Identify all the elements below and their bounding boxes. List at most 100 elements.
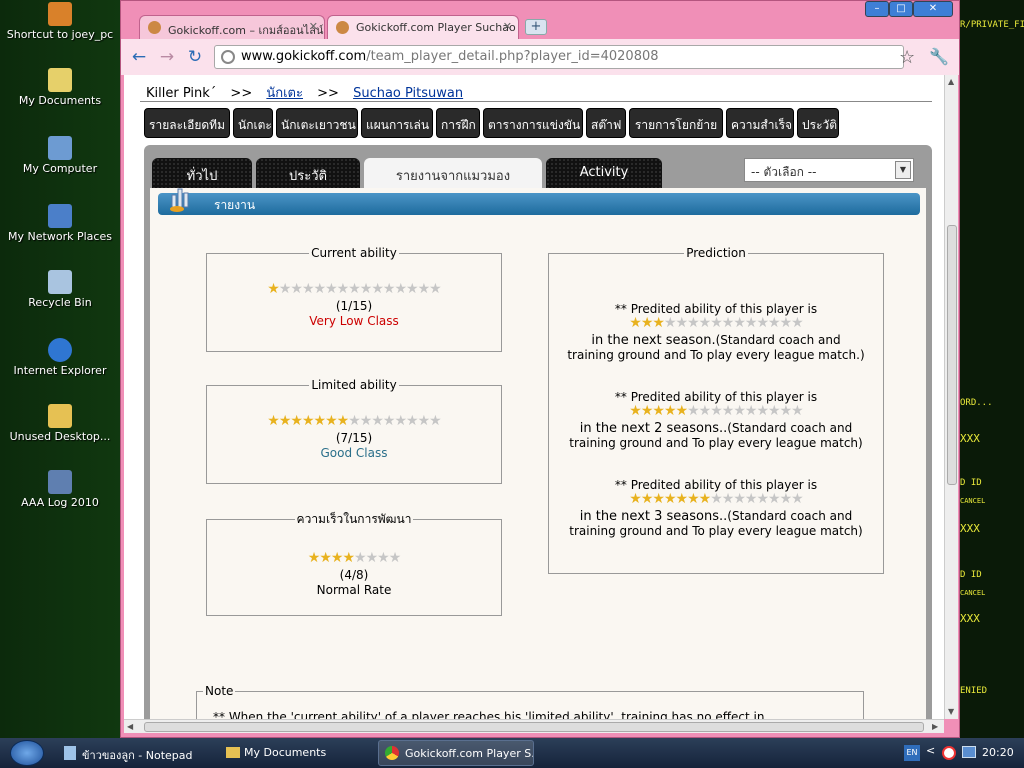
browser-toolbar: ← → ↻ www.gokickoff.com/team_player_deta… (121, 39, 959, 75)
desktop-icon-unused-desktop[interactable]: Unused Desktop... (0, 404, 120, 443)
empty-star-icon: ★ (791, 315, 804, 331)
tray-app-icon[interactable] (942, 746, 956, 760)
desktop-icon-shortcut-joey-pc[interactable]: Shortcut to joey_pc (0, 2, 120, 41)
menu-fixtures[interactable]: ตารางการแข่งขัน (483, 108, 583, 138)
globe-icon (221, 50, 235, 64)
report-content: รายงาน Current ability ★★★★★★★★★★★★★★★ (… (150, 188, 926, 719)
menu-achievements[interactable]: ความสำเร็จ (726, 108, 794, 138)
close-window-button[interactable]: ✕ (913, 1, 953, 17)
empty-star-icon: ★ (377, 550, 390, 566)
breadcrumb-players-link[interactable]: นักเตะ (266, 86, 303, 101)
deco-text: XXX (960, 612, 980, 625)
note-box: Note ** When the 'current ability' of a … (196, 684, 864, 719)
tab-general[interactable]: ทั่วไป (152, 158, 252, 188)
empty-star-icon: ★ (687, 315, 700, 331)
empty-star-icon: ★ (710, 403, 723, 419)
horizontal-scrollbar[interactable]: ◀ ▶ (124, 719, 944, 733)
forward-arrow-icon[interactable]: → (157, 47, 177, 67)
filled-star-icon: ★ (319, 550, 332, 566)
clock[interactable]: 20:20 (982, 746, 1014, 759)
scroll-left-icon[interactable]: ◀ (127, 722, 133, 731)
scrollbar-thumb[interactable] (144, 722, 924, 732)
menu-transfers[interactable]: รายการโยกย้าย (629, 108, 723, 138)
maximize-button[interactable]: □ (889, 1, 913, 17)
empty-star-icon: ★ (301, 281, 315, 297)
browser-tab-gokickoff-home[interactable]: Gokickoff.com – เกมส์ออนไลน์ ✕ (139, 15, 325, 39)
tab-strip: Gokickoff.com – เกมส์ออนไลน์ ✕ Gokickoff… (121, 1, 959, 39)
report-chart-icon (170, 188, 189, 212)
breadcrumb-player-link[interactable]: Suchao Pitsuwan (353, 86, 463, 101)
empty-star-icon: ★ (429, 281, 442, 297)
empty-star-icon: ★ (733, 403, 746, 419)
empty-star-icon: ★ (290, 281, 303, 297)
desktop-icon-label: Unused Desktop... (9, 430, 111, 443)
wallpaper-deco: R/PRIVATE_FILES ORD... XXX D ID CANCEL X… (958, 0, 1024, 738)
desktop-icon-aaa-log[interactable]: AAA Log 2010 (0, 470, 120, 509)
network-tray-icon[interactable] (962, 746, 976, 758)
desktop-icon-internet-explorer[interactable]: Internet Explorer (0, 338, 120, 377)
scroll-up-icon[interactable]: ▲ (948, 77, 954, 86)
vertical-scrollbar[interactable]: ▲ ▼ (944, 75, 958, 719)
empty-star-icon: ★ (359, 413, 373, 429)
options-select[interactable]: -- ตัวเลือก -- ▼ (744, 158, 914, 182)
empty-star-icon: ★ (359, 281, 373, 297)
desktop-icon-my-network-places[interactable]: My Network Places (0, 204, 120, 243)
start-button[interactable] (10, 740, 44, 766)
desktop-icon-label: My Computer (22, 162, 98, 175)
menu-youth-players[interactable]: นักเตะเยาวชน (276, 108, 358, 138)
tray-expand-icon[interactable]: < (926, 744, 935, 757)
empty-star-icon: ★ (382, 413, 396, 429)
filled-star-icon: ★ (687, 491, 700, 507)
empty-star-icon: ★ (744, 403, 758, 419)
menu-tactics[interactable]: แผนการเล่น (361, 108, 433, 138)
tab-history[interactable]: ประวัติ (256, 158, 360, 188)
close-tab-icon[interactable]: ✕ (309, 20, 318, 33)
filled-star-icon: ★ (663, 491, 677, 507)
prediction-note: training ground and To play every league… (567, 348, 865, 362)
scroll-right-icon[interactable]: ▶ (932, 722, 938, 731)
breadcrumb-separator: >> (230, 86, 253, 101)
address-bar[interactable]: www.gokickoff.com/team_player_detail.php… (214, 45, 904, 69)
menu-players[interactable]: นักเตะ (233, 108, 273, 138)
filled-star-icon: ★ (652, 491, 665, 507)
tab-activity[interactable]: Activity (546, 158, 662, 188)
scroll-down-icon[interactable]: ▼ (948, 707, 954, 716)
url-path: /team_player_detail.php?player_id=402080… (366, 49, 659, 64)
empty-star-icon: ★ (710, 315, 723, 331)
desktop-icon-my-documents[interactable]: My Documents (0, 68, 120, 107)
bookmark-star-icon[interactable]: ☆ (899, 47, 915, 68)
desktop-icon-my-computer[interactable]: My Computer (0, 136, 120, 175)
desktop-icon-label: Recycle Bin (28, 296, 92, 309)
desktop-icon-recycle-bin[interactable]: Recycle Bin (0, 270, 120, 309)
filled-star-icon: ★ (330, 550, 344, 566)
empty-star-icon: ★ (348, 281, 361, 297)
desktop-icon-label: Shortcut to joey_pc (6, 28, 114, 41)
menu-staff[interactable]: สต๊าฟ (586, 108, 626, 138)
deco-text: XXX (960, 432, 980, 445)
filled-star-icon: ★ (301, 413, 315, 429)
prediction-season: in the next season. (591, 333, 716, 348)
back-arrow-icon[interactable]: ← (129, 47, 149, 67)
minimize-button[interactable]: – (865, 1, 889, 17)
taskbar-item-notepad[interactable]: ข้าวของลูก - Notepad (58, 741, 214, 765)
browser-tab-player[interactable]: Gokickoff.com Player Suchao P ✕ (327, 15, 519, 39)
menu-training[interactable]: การฝึก (436, 108, 480, 138)
empty-star-icon: ★ (417, 413, 431, 429)
filled-star-icon: ★ (652, 403, 665, 419)
tab-scout-report[interactable]: รายงานจากแมวมอง (364, 158, 542, 188)
reload-icon[interactable]: ↻ (185, 47, 205, 67)
menu-team-details[interactable]: รายละเอียดทีม (144, 108, 230, 138)
filled-star-icon: ★ (652, 315, 665, 331)
scrollbar-thumb[interactable] (947, 225, 957, 485)
language-indicator[interactable]: EN (904, 745, 920, 761)
menu-history[interactable]: ประวัติ (797, 108, 839, 138)
wrench-icon[interactable]: 🔧 (929, 47, 949, 66)
favicon-icon (336, 21, 349, 34)
empty-star-icon: ★ (365, 550, 379, 566)
taskbar-item-my-documents[interactable]: My Documents (220, 741, 370, 765)
close-tab-icon[interactable]: ✕ (503, 20, 512, 33)
new-tab-button[interactable]: + (525, 19, 547, 35)
deco-text: R/PRIVATE_FILES (960, 20, 1024, 30)
url-host: www.gokickoff.com (241, 49, 367, 64)
taskbar-item-chrome[interactable]: Gokickoff.com Player S... (378, 740, 534, 766)
